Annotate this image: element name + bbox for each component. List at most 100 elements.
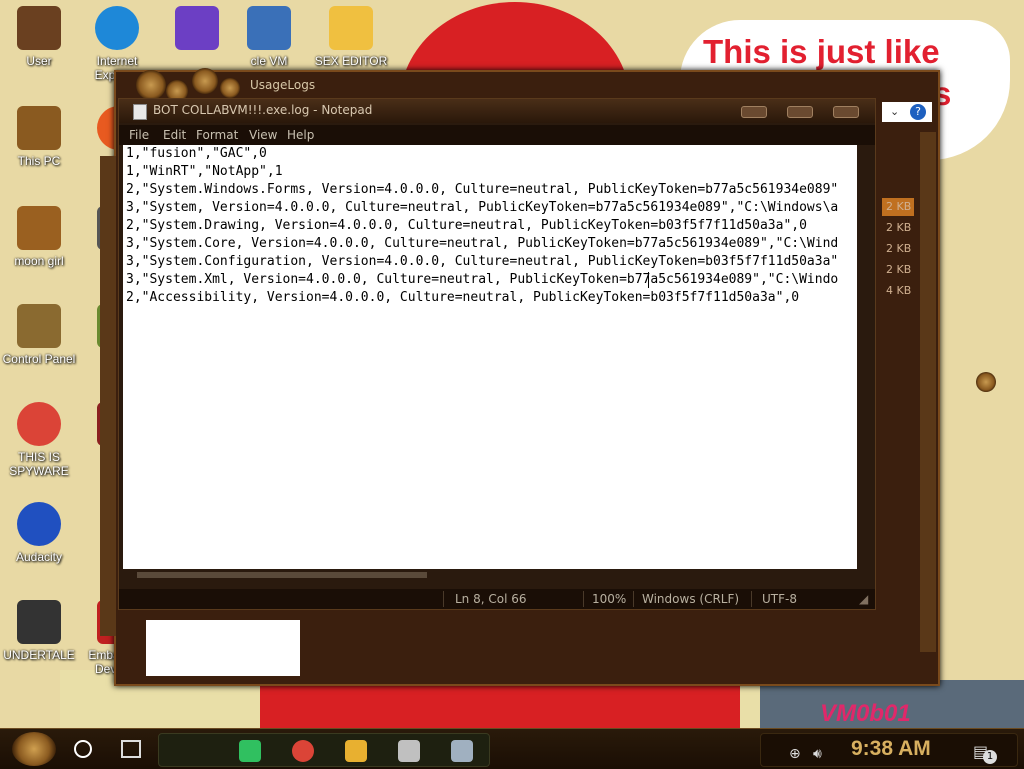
desktop-icon-label: User <box>26 54 52 68</box>
file-size: 2 KB <box>886 242 912 255</box>
volume-icon[interactable]: 🔊︎ <box>813 746 822 762</box>
left-frame <box>100 156 116 636</box>
status-divider <box>751 591 752 607</box>
text-line: 2,"System.Drawing, Version=4.0.0.0, Cult… <box>126 218 807 233</box>
text-line: 3,"System.Xml, Version=4.0.0.0, Culture=… <box>126 272 839 287</box>
app-icon[interactable] <box>451 740 473 762</box>
notes-icon[interactable] <box>239 740 261 762</box>
zoom-level: 100% <box>592 592 627 606</box>
text-editor[interactable]: 1,"fusion","GAC",0 1,"WinRT","NotApp",1 … <box>123 145 857 569</box>
wallpaper-caption: This is just like <box>703 33 940 70</box>
text-line: 3,"System, Version=4.0.0.0, Culture=neut… <box>126 200 839 215</box>
file-explorer-icon[interactable] <box>345 740 367 762</box>
menu-file[interactable]: File <box>129 128 149 142</box>
desktop-icon[interactable]: cle VM <box>230 6 308 68</box>
notification-count-badge: 1 <box>983 750 997 764</box>
line-ending: Windows (CRLF) <box>642 592 740 606</box>
edge-icon <box>95 6 139 50</box>
clock[interactable]: 9:38 AM <box>851 737 931 761</box>
notepad-icon <box>133 104 147 120</box>
desktop-icon-label: moon girl <box>14 254 64 268</box>
computer-icon <box>17 106 61 150</box>
paint-icon[interactable] <box>398 740 420 762</box>
desktop-icon-label: cle VM <box>250 54 288 68</box>
vm-name-label: VM0b01 <box>820 700 911 727</box>
desktop-icon-label: Audacity <box>15 550 63 564</box>
visual-studio-icon <box>175 6 219 50</box>
start-button[interactable] <box>12 732 56 766</box>
text-line: 1,"fusion","GAC",0 <box>126 146 267 161</box>
background-window-toolbar: ⌄ ? <box>882 102 932 122</box>
gear-icon <box>220 78 240 98</box>
maximize-button[interactable] <box>787 106 813 118</box>
desktop-icon-label: UNDERTALE <box>3 648 75 662</box>
desktop-icon-label: SEX EDITOR <box>314 54 388 68</box>
status-divider <box>443 591 444 607</box>
menu-help[interactable]: Help <box>287 128 314 142</box>
desktop-icon[interactable]: UNDERTALE <box>0 600 78 662</box>
desktop-icon[interactable]: Audacity <box>0 502 78 564</box>
cursor-position: Ln 8, Col 66 <box>455 592 527 606</box>
desktop-icon[interactable]: SEX EDITOR <box>312 6 390 68</box>
wallpaper-red-band <box>260 680 740 728</box>
menu-bar: File Edit Format View Help <box>119 125 875 145</box>
status-divider <box>633 591 634 607</box>
menu-view[interactable]: View <box>249 128 277 142</box>
user-icon <box>17 6 61 50</box>
desktop-icon-label: THIS IS SPYWARE <box>9 450 69 478</box>
task-view-icon[interactable] <box>121 740 141 758</box>
desktop-icon[interactable]: User <box>0 6 78 68</box>
notepad-window[interactable]: BOT COLLABVM!!!.exe.log - Notepad File E… <box>118 98 876 610</box>
chevron-down-icon[interactable]: ⌄ <box>890 105 899 118</box>
folder-icon <box>17 206 61 250</box>
taskbar: ⊕ 🔊︎ ▤ 1 9:38 AM <box>0 728 1024 769</box>
desktop-icon[interactable]: Control Panel <box>0 304 78 366</box>
resize-grip-icon[interactable]: ◢ <box>859 592 868 606</box>
text-caret <box>648 272 649 288</box>
search-icon[interactable] <box>74 740 92 758</box>
desktop-icon[interactable] <box>158 6 236 54</box>
status-divider <box>583 591 584 607</box>
scrollbar-thumb[interactable] <box>137 572 427 578</box>
chrome-icon <box>17 402 61 446</box>
hxd-icon <box>329 6 373 50</box>
menu-format[interactable]: Format <box>196 128 238 142</box>
text-line: 1,"WinRT","NotApp",1 <box>126 164 283 179</box>
blank-panel <box>146 620 300 676</box>
close-button[interactable] <box>833 106 859 118</box>
network-icon[interactable]: ⊕ <box>789 746 801 762</box>
status-bar: Ln 8, Col 66 100% Windows (CRLF) UTF-8 ◢ <box>119 589 875 609</box>
menu-edit[interactable]: Edit <box>163 128 186 142</box>
text-line: 3,"System.Configuration, Version=4.0.0.0… <box>126 254 839 269</box>
pinned-apps <box>158 733 490 767</box>
gear-icon <box>976 372 996 392</box>
file-size: 2 KB <box>886 221 912 234</box>
file-size: 4 KB <box>886 284 912 297</box>
gear-icon <box>136 70 166 100</box>
text-line: 3,"System.Core, Version=4.0.0.0, Culture… <box>126 236 839 251</box>
text-line: 2,"System.Windows.Forms, Version=4.0.0.0… <box>126 182 839 197</box>
encoding: UTF-8 <box>762 592 797 606</box>
text-line: 2,"Accessibility, Version=4.0.0.0, Cultu… <box>126 290 800 305</box>
desktop-icon[interactable]: THIS IS SPYWARE <box>0 402 78 478</box>
vertical-scrollbar[interactable] <box>857 145 875 569</box>
virtualbox-icon <box>247 6 291 50</box>
horizontal-scrollbar[interactable] <box>123 569 857 581</box>
desktop-icon[interactable]: moon girl <box>0 206 78 268</box>
audacity-icon <box>17 502 61 546</box>
control-panel-icon <box>17 304 61 348</box>
window-title: BOT COLLABVM!!!.exe.log - Notepad <box>153 103 373 117</box>
unity-icon <box>17 600 61 644</box>
right-frame <box>920 132 936 652</box>
desktop-icon[interactable]: This PC <box>0 106 78 168</box>
desktop-icon-label: Control Panel <box>2 352 76 366</box>
desktop-icon-label: This PC <box>17 154 61 168</box>
chrome-icon[interactable] <box>292 740 314 762</box>
background-window-title: UsageLogs <box>250 78 316 92</box>
file-size: 2 KB <box>886 263 912 276</box>
file-size: 2 KB <box>886 200 912 213</box>
gear-icon <box>192 68 218 94</box>
help-icon[interactable]: ? <box>910 104 926 120</box>
minimize-button[interactable] <box>741 106 767 118</box>
title-bar[interactable]: BOT COLLABVM!!!.exe.log - Notepad <box>119 99 875 123</box>
